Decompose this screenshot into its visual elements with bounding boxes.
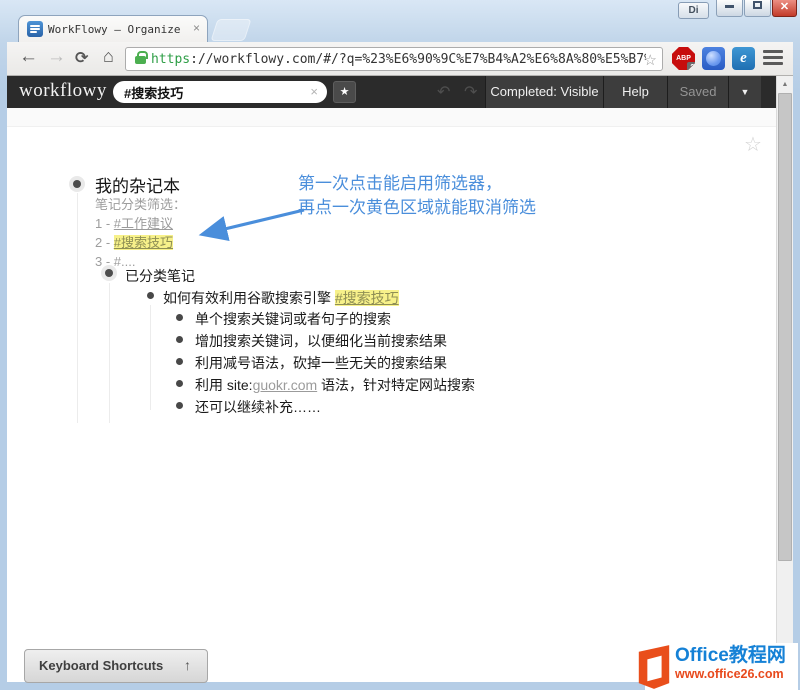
tab-close-icon[interactable]: × [193,21,200,35]
filter-prefix: 2 - [95,235,114,250]
tab-title: WorkFlowy – Organize yo [48,23,180,36]
maximize-button[interactable] [744,0,771,17]
scroll-up-icon[interactable]: ▲ [777,76,793,93]
di-tool-button[interactable]: Di [678,2,709,19]
saved-status: Saved [667,76,728,108]
bullet-leaf[interactable] [176,380,183,387]
bullet-article[interactable] [147,292,154,299]
guokr-link[interactable]: guokr.com [253,377,318,393]
bullet-leaf[interactable] [176,358,183,365]
annotation-line2: 再点一次黄色区域就能取消筛选 [298,196,536,220]
note-line[interactable]: 笔记分类筛选： [95,195,186,214]
address-bar[interactable]: https://workflowy.com/#/?q=%23%E6%90%9C%… [125,47,663,71]
outline-connector [150,305,151,410]
note-filter-2[interactable]: 2 - #搜索技巧 [95,233,186,252]
home-icon[interactable]: ⌂ [103,46,114,67]
browser-window: WorkFlowy – Organize yo × Di ✕ ← → ⟳ ⌂ h… [0,0,800,690]
help-button[interactable]: Help [603,76,667,108]
maximize-icon [753,1,762,9]
page-content: ☆ 我的杂记本 笔记分类筛选： 1 - #工作建议 2 - #搜索技巧 3 - … [7,108,776,682]
annotation-arrow [192,201,317,249]
workflowy-logo: workflowy [19,80,107,102]
bullet-section[interactable] [101,265,117,281]
adblock-extension-icon[interactable]: ABP 2 [672,47,695,70]
bullet-root[interactable] [69,176,85,192]
watermark-text: Office教程网 www.office26.com [675,644,786,682]
outline-section-title[interactable]: 已分类笔记 [125,266,195,286]
url-text[interactable]: https://workflowy.com/#/?q=%23%E6%90%9C%… [151,52,646,67]
scrollbar-thumb[interactable] [778,93,792,561]
content-header-band [7,108,776,127]
workflowy-favicon-icon [27,21,43,37]
ssl-padlock-icon[interactable] [135,56,146,64]
search-input[interactable] [113,81,327,103]
search-clear-icon[interactable]: × [310,84,318,99]
reload-icon[interactable]: ⟳ [75,48,88,68]
watermark-url: www.office26.com [675,667,786,682]
minimize-icon [725,5,734,8]
blue-ball-extension-icon[interactable] [702,47,725,70]
keyboard-shortcuts-button[interactable]: Keyboard Shortcuts ↑ [24,649,208,683]
starred-pages-button[interactable]: ★ [333,81,356,103]
tag-work-advice[interactable]: #工作建议 [114,216,173,231]
tag-search-tips-active[interactable]: #搜索技巧 [114,235,173,250]
arrow-up-icon: ↑ [184,657,191,673]
keyboard-shortcuts-label: Keyboard Shortcuts [39,658,163,673]
undo-icon[interactable]: ↶ [437,82,450,102]
outline-leaf-site[interactable]: 利用 site:guokr.com 语法，针对特定网站搜索 [195,375,475,395]
back-icon[interactable]: ← [19,46,38,68]
minimize-button[interactable] [716,0,743,17]
outline-leaf[interactable]: 还可以继续补充…… [195,397,321,417]
outline-connector [77,193,78,423]
outline-connector [109,283,110,423]
url-scheme: https [151,52,190,67]
search-box[interactable]: × [113,81,327,103]
completed-visible-button[interactable]: Completed: Visible [485,76,603,108]
outline-root-note[interactable]: 笔记分类筛选： 1 - #工作建议 2 - #搜索技巧 3 - #.... [95,195,186,271]
browser-tab[interactable]: WorkFlowy – Organize yo × [18,15,208,42]
tag-search-tips-inline[interactable]: #搜索技巧 [335,290,399,306]
workflowy-toolbar: workflowy × ★ ↶ ↷ Completed: Visible Hel… [7,76,776,108]
outline-article[interactable]: 如何有效利用谷歌搜索引擎 #搜索技巧 [163,288,399,308]
close-icon: ✕ [780,1,789,13]
outline-leaf[interactable]: 增加搜索关键词，以便细化当前搜索结果 [195,331,447,351]
annotation-line1: 第一次点击能启用筛选器， [298,172,536,196]
scrollbar[interactable]: ▲ ▼ [776,76,793,682]
article-text[interactable]: 如何有效利用谷歌搜索引擎 [163,290,335,306]
note-filter-1[interactable]: 1 - #工作建议 [95,214,186,233]
abp-badge: 2 [687,62,698,73]
outline-root-title[interactable]: 我的杂记本 [95,172,180,197]
browser-nav-bar: ← → ⟳ ⌂ https://workflowy.com/#/?q=%23%E… [7,42,793,76]
settings-dropdown-button[interactable]: ▼ [728,76,761,108]
filter-prefix: 1 - [95,216,114,231]
forward-icon[interactable]: → [47,46,66,68]
watermark: Office教程网 www.office26.com [645,643,798,690]
bullet-leaf[interactable] [176,314,183,321]
new-tab-button[interactable] [210,19,251,41]
bullet-leaf[interactable] [176,336,183,343]
chrome-menu-icon[interactable] [763,50,783,68]
leaf-post: 语法，针对特定网站搜索 [317,377,475,393]
outline-leaf[interactable]: 利用减号语法，砍掉一些无关的搜索结果 [195,353,447,373]
annotation-text: 第一次点击能启用筛选器， 再点一次黄色区域就能取消筛选 [298,172,536,220]
watermark-title: Office教程网 [675,644,786,667]
office-logo-icon [635,645,673,689]
close-button[interactable]: ✕ [772,0,797,17]
abp-label: ABP [676,55,691,62]
bullet-leaf[interactable] [176,402,183,409]
page-star-icon[interactable]: ☆ [744,132,762,157]
redo-icon[interactable]: ↷ [464,82,477,102]
leaf-pre: 利用 site: [195,377,253,393]
evernote-extension-icon[interactable]: e [732,47,755,70]
outline-leaf[interactable]: 单个搜索关键词或者句子的搜索 [195,309,391,329]
url-rest: ://workflowy.com/#/?q=%23%E6%90%9C%E7%B4… [190,52,646,67]
bookmark-star-icon[interactable]: ☆ [644,51,657,69]
